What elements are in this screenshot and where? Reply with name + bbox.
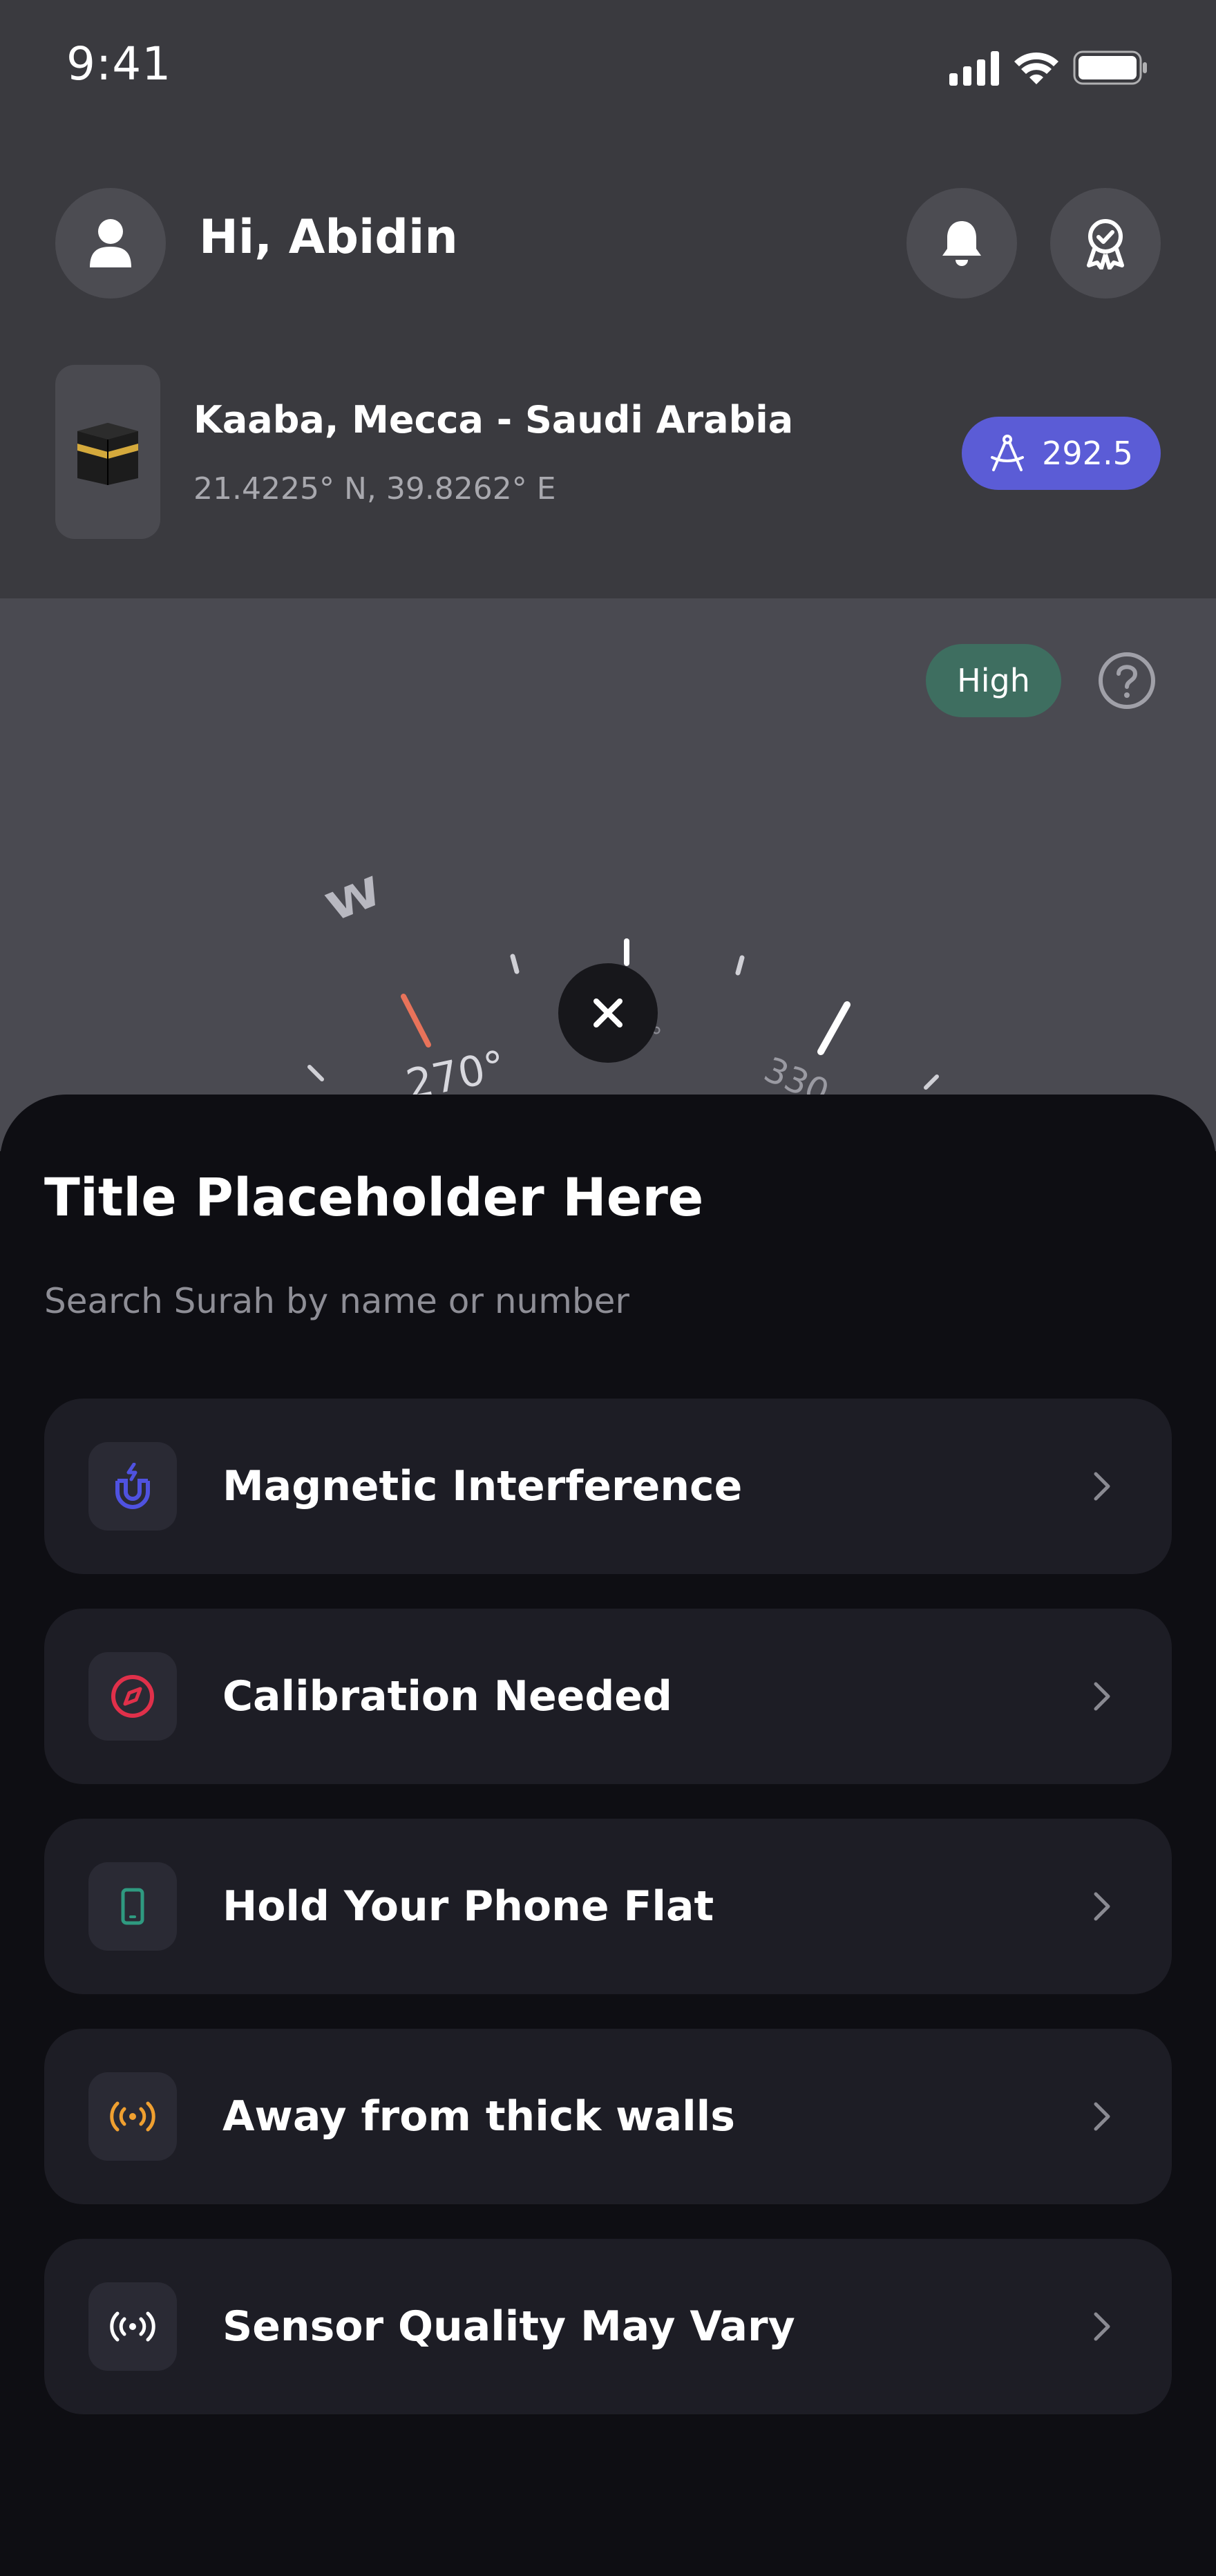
bearing-badge[interactable]: 292.5 bbox=[962, 417, 1161, 490]
status-icons bbox=[949, 50, 1147, 86]
signal-icon bbox=[110, 2101, 155, 2132]
battery-icon bbox=[1073, 50, 1147, 85]
notifications-button[interactable] bbox=[906, 188, 1017, 299]
sheet-subtitle: Search Surah by name or number bbox=[44, 1281, 629, 1321]
kaaba-icon bbox=[77, 423, 138, 485]
chevron-right-icon bbox=[1094, 2102, 1110, 2131]
tick bbox=[817, 1001, 851, 1055]
chevron-right-icon bbox=[1094, 1682, 1110, 1711]
list-item-hold-phone-flat[interactable]: Hold Your Phone Flat bbox=[44, 1819, 1172, 1994]
greeting: Hi, Abidin bbox=[199, 210, 458, 265]
bearing-value: 292.5 bbox=[1042, 435, 1133, 472]
kaaba-thumbnail bbox=[55, 365, 160, 539]
compass-icon bbox=[111, 1675, 154, 1718]
avatar[interactable] bbox=[55, 188, 166, 299]
list-item-label: Away from thick walls bbox=[222, 2092, 735, 2141]
status-time: 9:41 bbox=[66, 37, 172, 91]
magnet-icon bbox=[115, 1463, 150, 1509]
chevron-right-icon bbox=[1094, 1472, 1110, 1501]
location-coordinates: 21.4225° N, 39.8262° E bbox=[193, 471, 556, 506]
tick bbox=[510, 954, 520, 974]
chevron-right-icon bbox=[1094, 1892, 1110, 1921]
angle-compass-icon bbox=[991, 435, 1025, 471]
qibla-marker bbox=[401, 994, 431, 1048]
accuracy-badge: High bbox=[926, 644, 1061, 717]
list-item-label: Hold Your Phone Flat bbox=[222, 1882, 714, 1931]
compass-direction-west: W bbox=[321, 869, 388, 931]
list-item-magnetic-interference[interactable]: Magnetic Interference bbox=[44, 1399, 1172, 1574]
list-item-away-from-walls[interactable]: Away from thick walls bbox=[44, 2029, 1172, 2204]
list-item-sensor-quality[interactable]: Sensor Quality May Vary bbox=[44, 2239, 1172, 2414]
list-item-label: Sensor Quality May Vary bbox=[222, 2302, 795, 2351]
close-button[interactable] bbox=[558, 963, 658, 1063]
header-area bbox=[0, 0, 1216, 598]
user-icon bbox=[90, 219, 131, 267]
list-item-label: Magnetic Interference bbox=[222, 1462, 743, 1510]
award-icon bbox=[1087, 219, 1124, 269]
list-item-calibration-needed[interactable]: Calibration Needed bbox=[44, 1609, 1172, 1784]
wifi-icon bbox=[1014, 53, 1058, 84]
close-icon bbox=[593, 998, 623, 1027]
sheet-title: Title Placeholder Here bbox=[44, 1166, 704, 1228]
bell-icon bbox=[942, 221, 981, 266]
list-item-label: Calibration Needed bbox=[222, 1672, 672, 1721]
tick bbox=[924, 1074, 939, 1090]
phone-icon bbox=[121, 1888, 144, 1925]
achievements-button[interactable] bbox=[1050, 188, 1161, 299]
location-name: Kaaba, Mecca - Saudi Arabia bbox=[193, 398, 794, 442]
help-icon[interactable] bbox=[1097, 651, 1157, 710]
tick bbox=[307, 1065, 324, 1081]
chevron-right-icon bbox=[1094, 2312, 1110, 2341]
cellular-signal-icon bbox=[949, 51, 999, 86]
tick bbox=[735, 955, 745, 976]
broadcast-icon bbox=[110, 2311, 155, 2342]
